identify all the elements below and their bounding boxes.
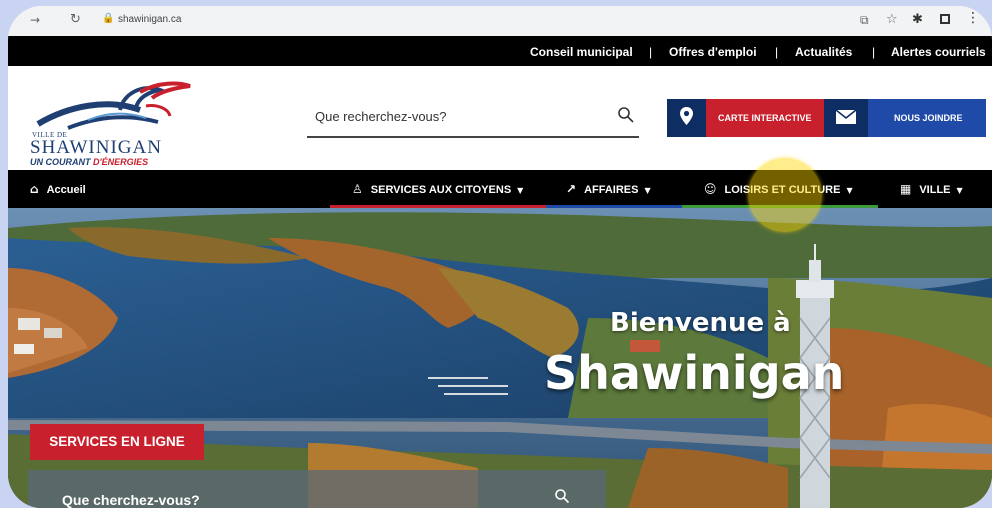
map-pin-icon [667, 99, 706, 137]
link-conseil-municipal[interactable]: Conseil municipal [530, 45, 633, 59]
search-icon[interactable] [617, 106, 635, 124]
utility-links-bar: Conseil municipal | Offres d'emploi | Ac… [8, 36, 992, 66]
star-icon[interactable]: ☆ [886, 12, 898, 27]
logo-tagline: UN COURANT D'ÉNERGIES [30, 157, 148, 167]
hero-search-bar[interactable]: Que cherchez-vous? [28, 470, 606, 508]
cursor-highlight [748, 158, 822, 232]
sidepanel-icon[interactable] [940, 14, 950, 24]
link-alertes-courriels[interactable]: Alertes courriels [891, 45, 986, 59]
main-nav: ⌂ Accueil ♙ SERVICES AUX CITOYENS ▼ ↗ AFFAIR… [8, 170, 992, 208]
share-icon[interactable]: ⧉ [860, 13, 869, 28]
welcome-line-1: Bienvenue à [610, 308, 791, 338]
search-input[interactable] [313, 108, 597, 125]
reload-icon[interactable]: ↻ [70, 12, 81, 27]
logo-tagline-b: D'ÉNERGIES [93, 157, 149, 167]
nous-joindre-label: NOUS JOINDRE [894, 113, 963, 123]
back-arrow-icon[interactable]: → [30, 13, 40, 27]
chevron-down-icon: ▼ [644, 186, 651, 195]
site-header: VILLE DE SHAWINIGAN UN COURANT D'ÉNERGIE… [8, 66, 992, 170]
browser-window: → ↻ 🔒 shawinigan.ca ⧉ ☆ ✱ ⋮ Conseil muni… [8, 6, 992, 508]
link-separator: | [775, 45, 779, 59]
envelope-icon [824, 99, 868, 137]
welcome-line-2: Shawinigan [544, 346, 845, 400]
nav-affaires-label: AFFAIRES [584, 184, 639, 196]
chevron-down-icon: ▼ [956, 186, 963, 195]
address-bar[interactable]: shawinigan.ca [118, 14, 181, 25]
nav-accueil-label: Accueil [46, 184, 86, 196]
carte-interactive-label: CARTE INTERACTIVE [718, 113, 812, 123]
logo-swoosh-icon [36, 81, 191, 130]
building-icon: ▦ [900, 182, 912, 196]
home-icon: ⌂ [30, 182, 39, 196]
nav-services-label: SERVICES AUX CITOYENS [370, 184, 512, 196]
services-en-ligne-button[interactable]: SERVICES EN LIGNE [30, 424, 204, 460]
nav-item-accueil[interactable]: ⌂ Accueil [30, 170, 110, 208]
search-icon[interactable] [554, 488, 570, 504]
nav-item-affaires[interactable]: ↗ AFFAIRES ▼ [546, 170, 682, 208]
extensions-icon[interactable]: ✱ [912, 12, 923, 27]
menu-icon[interactable]: ⋮ [966, 10, 980, 26]
chevron-down-icon: ▼ [846, 186, 853, 195]
link-actualites[interactable]: Actualités [795, 45, 852, 59]
browser-toolbar: → ↻ 🔒 shawinigan.ca ⧉ ☆ ✱ ⋮ [8, 6, 992, 36]
header-search [307, 102, 639, 138]
chevron-down-icon: ▼ [517, 186, 524, 195]
lock-icon[interactable]: 🔒 [102, 13, 114, 24]
nav-ville-label: VILLE [919, 184, 951, 196]
link-offres-emploi[interactable]: Offres d'emploi [669, 45, 757, 59]
link-separator: | [649, 45, 653, 59]
theater-masks-icon: ☺ [704, 182, 717, 196]
hero-search-placeholder: Que cherchez-vous? [62, 492, 200, 508]
nav-item-services[interactable]: ♙ SERVICES AUX CITOYENS ▼ [330, 170, 546, 208]
person-icon: ♙ [352, 182, 363, 196]
nous-joindre-button[interactable]: NOUS JOINDRE [824, 99, 986, 137]
link-separator: | [872, 45, 876, 59]
hero-banner: Bienvenue à Shawinigan SERVICES EN LIGNE… [8, 208, 992, 508]
site-logo[interactable]: VILLE DE SHAWINIGAN UN COURANT D'ÉNERGIE… [28, 76, 198, 167]
nav-item-ville[interactable]: ▦ VILLE ▼ [878, 170, 992, 208]
carte-interactive-button[interactable]: CARTE INTERACTIVE [667, 99, 824, 137]
logo-tagline-a: UN COURANT [30, 157, 91, 167]
logo-name-text: SHAWINIGAN [30, 137, 162, 158]
chart-icon: ↗ [566, 182, 577, 196]
